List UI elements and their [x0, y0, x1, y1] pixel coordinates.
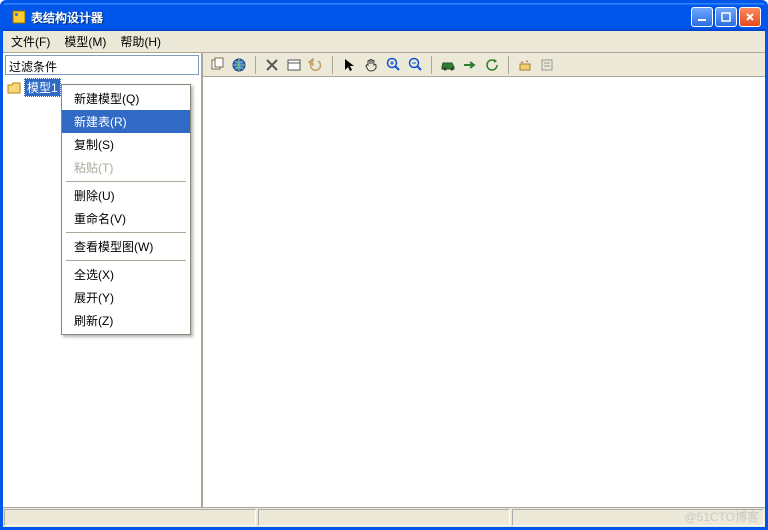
- close-button[interactable]: [739, 7, 761, 27]
- menu-new-table[interactable]: 新建表(R): [62, 110, 190, 133]
- menu-separator: [66, 181, 186, 182]
- window-icon[interactable]: [286, 57, 302, 73]
- window-buttons: [691, 7, 761, 27]
- menu-help[interactable]: 帮助(H): [116, 31, 165, 52]
- menu-expand[interactable]: 展开(Y): [62, 286, 190, 309]
- wizard-icon[interactable]: [517, 57, 533, 73]
- window-title: 表结构设计器: [31, 9, 691, 26]
- menu-separator: [66, 260, 186, 261]
- app-icon: [11, 9, 27, 25]
- arrow-right-icon[interactable]: [462, 57, 478, 73]
- car-icon[interactable]: [440, 57, 456, 73]
- menu-delete[interactable]: 删除(U): [62, 184, 190, 207]
- menu-rename[interactable]: 重命名(V): [62, 207, 190, 230]
- status-cell: [258, 509, 510, 526]
- hand-icon[interactable]: [363, 57, 379, 73]
- context-menu: 新建模型(Q) 新建表(R) 复制(S) 粘贴(T) 删除(U) 重命名(V) …: [61, 84, 191, 335]
- menubar: 文件(F) 模型(M) 帮助(H): [3, 31, 765, 53]
- menu-new-model[interactable]: 新建模型(Q): [62, 87, 190, 110]
- delete-icon[interactable]: [264, 57, 280, 73]
- menu-view-diagram[interactable]: 查看模型图(W): [62, 235, 190, 258]
- status-cell: [4, 509, 256, 526]
- statusbar: [3, 507, 765, 527]
- toolbar-separator: [255, 56, 256, 74]
- menu-separator: [66, 232, 186, 233]
- undo-icon[interactable]: [308, 57, 324, 73]
- pointer-icon[interactable]: [341, 57, 357, 73]
- minimize-button[interactable]: [691, 7, 713, 27]
- zoom-out-icon[interactable]: [407, 57, 423, 73]
- menu-refresh[interactable]: 刷新(Z): [62, 309, 190, 332]
- menu-file[interactable]: 文件(F): [7, 31, 54, 52]
- app-window: 表结构设计器 文件(F) 模型(M) 帮助(H) 过滤条件 模型1: [0, 0, 768, 530]
- copy-icon[interactable]: [209, 57, 225, 73]
- properties-icon[interactable]: [539, 57, 555, 73]
- filter-label[interactable]: 过滤条件: [5, 55, 199, 75]
- globe-icon[interactable]: [231, 57, 247, 73]
- menu-copy[interactable]: 复制(S): [62, 133, 190, 156]
- tree-root-label: 模型1: [24, 78, 61, 97]
- right-pane: [203, 53, 765, 507]
- toolbar-separator: [332, 56, 333, 74]
- menu-paste: 粘贴(T): [62, 156, 190, 179]
- folder-icon: [7, 82, 21, 94]
- titlebar: 表结构设计器: [3, 3, 765, 31]
- menu-select-all[interactable]: 全选(X): [62, 263, 190, 286]
- zoom-in-icon[interactable]: [385, 57, 401, 73]
- toolbar: [203, 53, 765, 77]
- toolbar-separator: [508, 56, 509, 74]
- status-cell: [512, 509, 764, 526]
- toolbar-separator: [431, 56, 432, 74]
- menu-model[interactable]: 模型(M): [60, 31, 110, 52]
- refresh-icon[interactable]: [484, 57, 500, 73]
- design-canvas[interactable]: [203, 77, 765, 507]
- maximize-button[interactable]: [715, 7, 737, 27]
